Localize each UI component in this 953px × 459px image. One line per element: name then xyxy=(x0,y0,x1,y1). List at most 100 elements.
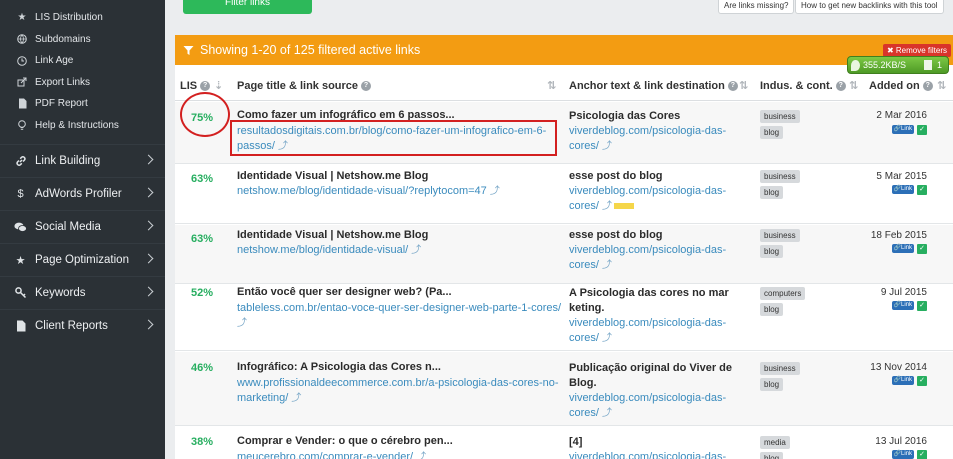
link-destination-url[interactable]: viverdeblog.com/psicologia-das-cores/ xyxy=(569,125,726,152)
link-source-url[interactable]: meucerebro.com/comprar-e-vender/ xyxy=(237,451,413,459)
anchor-text: Psicologia das Cores xyxy=(569,110,681,122)
external-link-icon[interactable]: ⤴ xyxy=(411,245,421,256)
chevron-right-icon xyxy=(143,319,154,330)
external-link-icon[interactable]: ⤴ xyxy=(416,452,426,459)
star-icon: ★ xyxy=(15,254,26,267)
sidebar-item-page-optimization[interactable]: ★ Page Optimization xyxy=(0,243,165,276)
content-tag: blog xyxy=(760,245,784,258)
export-icon xyxy=(16,76,28,88)
external-link-icon[interactable]: ⤴ xyxy=(602,408,612,419)
link-destination[interactable]: viverdeblog.com/psicologia-das-cores/ ⤴ xyxy=(569,391,744,421)
how-to-backlinks-button[interactable]: How to get new backlinks with this tool xyxy=(795,0,944,14)
content-tag: blog xyxy=(760,186,784,199)
column-label: Page title & link source xyxy=(237,80,359,92)
external-link-icon[interactable]: ⤴ xyxy=(602,201,612,212)
sort-icon[interactable]: ⇅ xyxy=(937,79,946,92)
link-destination-url[interactable]: viverdeblog.com/psicologia-das-cores/ xyxy=(569,244,726,271)
table-header: LIS ? ⇣ Page title & link source ? ⇅ Anc… xyxy=(175,72,953,101)
sidebar-item-lis-distribution[interactable]: ★ LIS Distribution xyxy=(0,7,165,29)
link-badge-label: Link xyxy=(900,377,912,383)
sidebar-item-link-age[interactable]: Link Age xyxy=(0,50,165,72)
help-icon[interactable]: ? xyxy=(200,81,211,91)
key-icon xyxy=(14,287,27,300)
leaf-icon xyxy=(851,59,860,71)
filter-links-button[interactable]: Filter links xyxy=(183,0,312,14)
external-link-icon[interactable]: ⤴ xyxy=(602,141,612,152)
link-badge-label: Link xyxy=(900,245,912,251)
help-icon[interactable]: ? xyxy=(727,81,738,91)
sidebar-item-export-links[interactable]: Export Links xyxy=(0,72,165,94)
external-link-icon[interactable]: ⤴ xyxy=(237,318,247,329)
speed-value: 355.2KB/S xyxy=(863,60,907,70)
bulb-icon xyxy=(16,119,28,131)
page-title: Comprar e Vender: o que o cérebro pen... xyxy=(237,435,453,447)
link-source[interactable]: tableless.com.br/entao-voce-quer-ser-des… xyxy=(237,301,562,331)
column-header-added[interactable]: Added on ? xyxy=(869,80,933,92)
sort-icon[interactable]: ⇅ xyxy=(547,79,556,92)
document-icon xyxy=(924,60,933,70)
column-header-page[interactable]: Page title & link source ? xyxy=(237,80,372,92)
link-destination-url[interactable]: viverdeblog.com/psicologia-das-cores/ xyxy=(569,317,726,344)
main-content: Filter links Are links missing? How to g… xyxy=(165,0,953,459)
speed-widget[interactable]: 355.2KB/S 1 xyxy=(847,56,949,74)
link-status: 🔗Link ✓ xyxy=(891,125,927,135)
link-destination[interactable]: viverdeblog.com/psicologia-das-cores/ ⤴ xyxy=(569,316,744,346)
column-header-anchor[interactable]: Anchor text & link destination ? xyxy=(569,80,738,92)
document-icon xyxy=(16,98,28,110)
chevron-right-icon xyxy=(143,220,154,231)
page-title: Identidade Visual | Netshow.me Blog xyxy=(237,170,429,182)
column-label: LIS xyxy=(180,80,198,92)
sidebar-item-label: Link Age xyxy=(35,55,74,67)
sort-icon[interactable]: ⇅ xyxy=(739,79,748,92)
table-row: 52% Então você quer ser designer web? (P… xyxy=(175,285,953,351)
column-header-industry[interactable]: Indus. & cont. ? xyxy=(760,80,846,92)
comments-icon xyxy=(14,221,27,234)
sidebar-item-social-media[interactable]: Social Media xyxy=(0,210,165,243)
help-icon[interactable]: ? xyxy=(835,81,846,91)
sidebar-item-client-reports[interactable]: Client Reports xyxy=(0,309,165,342)
link-source[interactable]: netshow.me/blog/identidade-visual/?reply… xyxy=(237,184,562,199)
table-row: 38% Comprar e Vender: o que o cérebro pe… xyxy=(175,427,953,459)
link-source-url[interactable]: netshow.me/blog/identidade-visual/?reply… xyxy=(237,185,487,197)
sidebar-item-label: Link Building xyxy=(35,155,101,167)
help-icon[interactable]: ? xyxy=(361,81,372,91)
sidebar-item-label: Help & Instructions xyxy=(35,119,119,131)
added-date: 9 Jul 2015 xyxy=(880,287,927,298)
links-missing-button[interactable]: Are links missing? xyxy=(718,0,795,14)
industry-tags: media blog xyxy=(760,436,820,459)
dollar-icon: $ xyxy=(17,188,24,200)
sidebar-item-link-building[interactable]: Link Building xyxy=(0,144,165,177)
industry-tag: business xyxy=(760,170,800,183)
external-link-icon[interactable]: ⤴ xyxy=(291,393,301,404)
added-date: 2 Mar 2016 xyxy=(876,110,927,121)
link-status: 🔗Link ✓ xyxy=(891,376,927,386)
external-link-icon[interactable]: ⤴ xyxy=(490,186,500,197)
help-icon[interactable]: ? xyxy=(922,81,933,91)
link-destination[interactable]: viverdeblog.com/psicologia-das- xyxy=(569,450,744,459)
column-header-lis[interactable]: LIS ? xyxy=(180,80,211,92)
link-source[interactable]: netshow.me/blog/identidade-visual/ ⤴ xyxy=(237,243,562,258)
sidebar-item-adwords-profiler[interactable]: $ AdWords Profiler xyxy=(0,177,165,210)
sidebar-item-subdomains[interactable]: Subdomains xyxy=(0,29,165,51)
sidebar-item-help-instructions[interactable]: Help & Instructions xyxy=(0,115,165,137)
link-destination[interactable]: viverdeblog.com/psicologia-das-cores/ ⤴ xyxy=(569,243,744,273)
link-source-url[interactable]: www.profissionaldeecommerce.com.br/a-psi… xyxy=(237,377,559,404)
link-source[interactable]: www.profissionaldeecommerce.com.br/a-psi… xyxy=(237,376,562,406)
link-destination[interactable]: viverdeblog.com/psicologia-das-cores/ ⤴ xyxy=(569,124,744,154)
link-destination-url[interactable]: viverdeblog.com/psicologia-das-cores/ xyxy=(569,185,726,212)
sidebar-item-label: Page Optimization xyxy=(35,254,129,266)
lis-score: 63% xyxy=(190,233,214,245)
link-source-url[interactable]: netshow.me/blog/identidade-visual/ xyxy=(237,244,408,256)
sidebar-item-pdf-report[interactable]: PDF Report xyxy=(0,93,165,115)
sidebar-item-keywords[interactable]: Keywords xyxy=(0,276,165,309)
link-destination-url[interactable]: viverdeblog.com/psicologia-das-cores/ xyxy=(569,392,726,419)
external-link-icon[interactable]: ⤴ xyxy=(602,333,612,344)
sort-icon[interactable]: ⇅ xyxy=(849,79,858,92)
link-source-url[interactable]: tableless.com.br/entao-voce-quer-ser-des… xyxy=(237,302,561,314)
link-source[interactable]: meucerebro.com/comprar-e-vender/ ⤴ xyxy=(237,450,562,459)
sort-desc-icon[interactable]: ⇣ xyxy=(214,79,223,92)
industry-tag: computers xyxy=(760,287,806,300)
page-title: Então você quer ser designer web? (Pa... xyxy=(237,286,452,298)
external-link-icon[interactable]: ⤴ xyxy=(602,260,612,271)
link-destination[interactable]: viverdeblog.com/psicologia-das-cores/ ⤴ xyxy=(569,184,744,214)
